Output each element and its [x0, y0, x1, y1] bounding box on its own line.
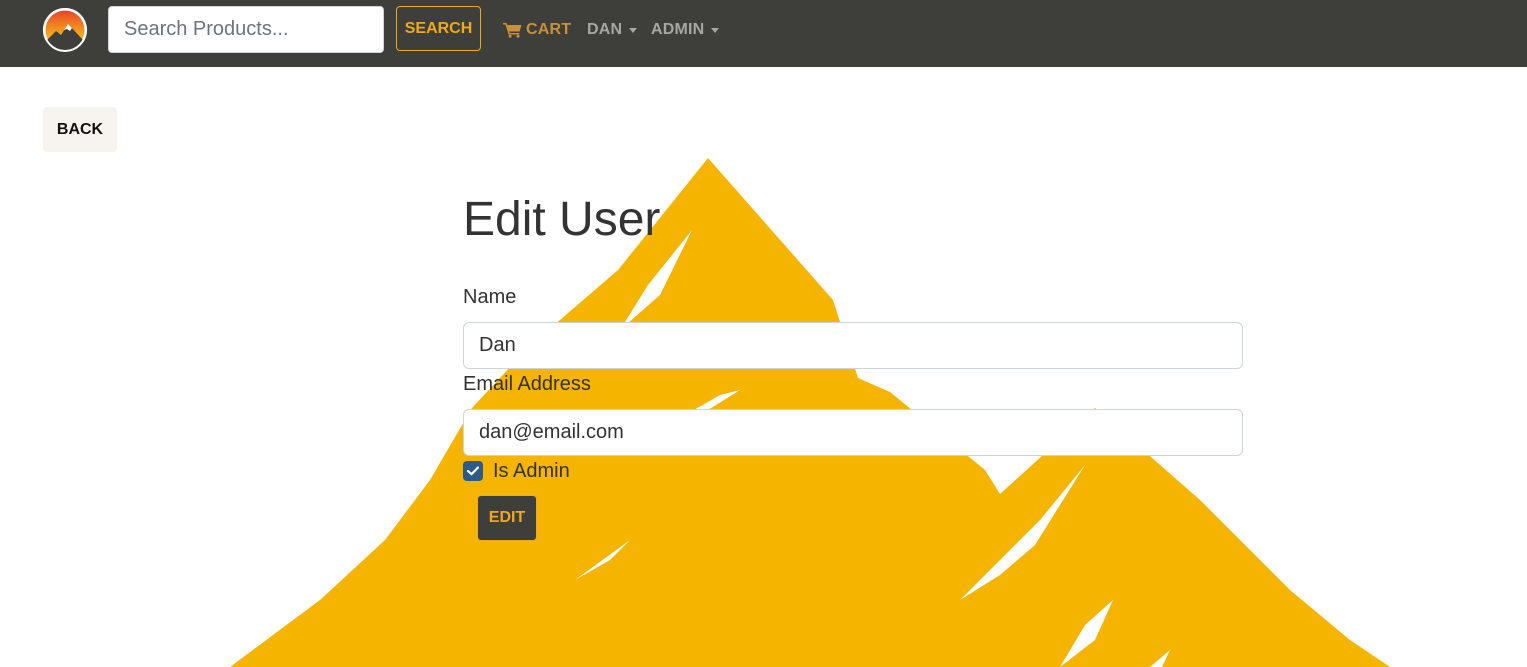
caret-down-icon	[629, 28, 638, 33]
top-navbar: SEARCH CART DAN ADMIN	[0, 0, 1527, 67]
edit-submit-button[interactable]: EDIT	[477, 495, 537, 541]
page-title: Edit User	[463, 193, 661, 246]
nav-cart-label: CART	[526, 21, 572, 38]
email-field[interactable]	[463, 409, 1243, 456]
back-button[interactable]: BACK	[43, 107, 117, 152]
name-field-label: Name	[463, 286, 517, 308]
is-admin-label: Is Admin	[493, 460, 570, 482]
brand-logo-icon[interactable]	[42, 7, 88, 53]
search-button[interactable]: SEARCH	[396, 6, 481, 51]
email-field-label: Email Address	[463, 373, 591, 395]
is-admin-checkbox[interactable]	[463, 461, 483, 481]
user-menu-label: DAN	[587, 21, 623, 38]
name-field[interactable]	[463, 322, 1243, 369]
checkmark-icon	[467, 466, 479, 476]
nav-cart-link[interactable]: CART	[503, 19, 571, 41]
admin-menu-label: ADMIN	[651, 21, 705, 38]
cart-icon	[503, 23, 522, 38]
user-menu-dropdown[interactable]: DAN	[587, 19, 638, 41]
admin-menu-dropdown[interactable]: ADMIN	[651, 19, 720, 41]
search-input[interactable]	[108, 6, 384, 53]
caret-down-icon	[711, 28, 720, 33]
